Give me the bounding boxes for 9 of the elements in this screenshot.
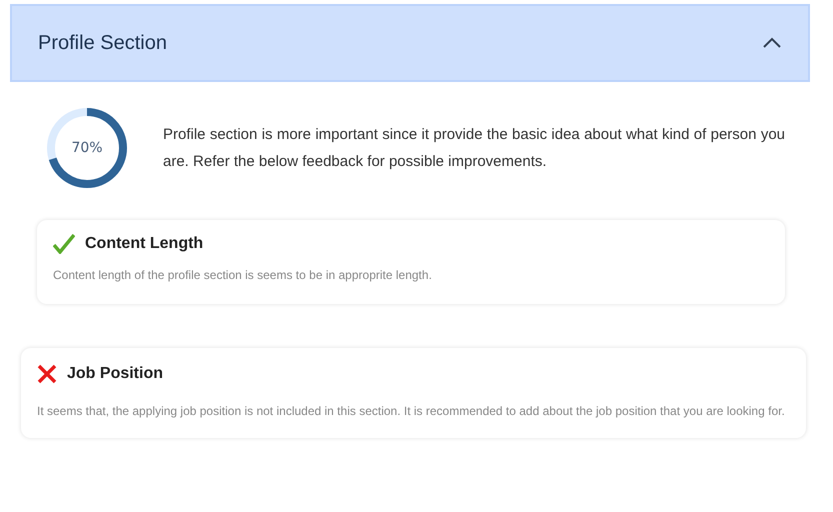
score-label: 70% (70, 139, 104, 158)
feedback-title: Job Position (67, 365, 163, 383)
section-header[interactable]: Profile Section (10, 4, 810, 82)
section-title: Profile Section (38, 32, 167, 54)
feedback-text: Content length of the profile section is seems to be in approprite length. (53, 267, 433, 284)
feedback-title: Content Length (85, 235, 204, 253)
feedback-text: It seems that, the applying job position is not included in this section. It is recommended to add about the job position that you are looking for. (37, 403, 786, 420)
summary-text: Profile section is more important since it provide the basic idea about what kind of person you are. Refer the below feedback for possible improvements. (163, 125, 785, 172)
chevron-icon[interactable] (762, 37, 782, 49)
